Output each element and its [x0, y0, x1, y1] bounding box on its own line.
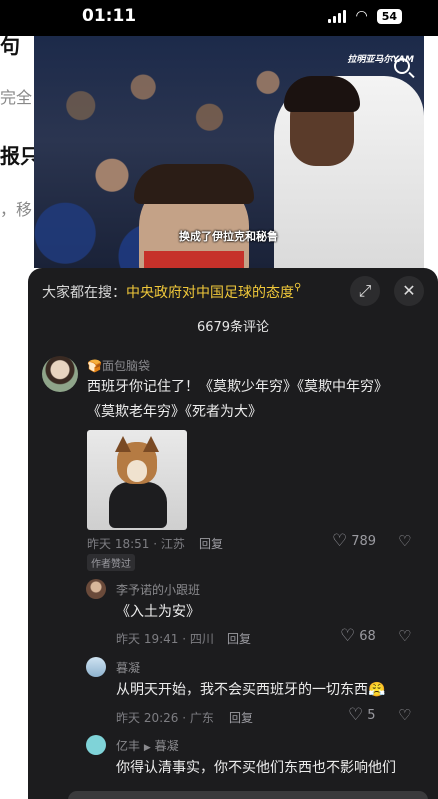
reply-arrow-icon: ▶	[143, 743, 151, 753]
reply-username[interactable]: 李予诺的小跟班	[116, 581, 200, 598]
avatar[interactable]	[86, 657, 106, 677]
comment-meta: 昨天 18:51 · 江苏	[87, 537, 185, 551]
comment-count: 6679条评论	[196, 320, 270, 335]
video-caption: 换成了伊拉克和秘鲁	[179, 230, 278, 243]
search-small-icon: ⚲	[294, 282, 302, 293]
author-liked-badge: 作者赞过	[87, 554, 135, 571]
dislike-icon[interactable]: ♡	[398, 532, 411, 550]
reply-username-line: 亿丰 ▶ 暮凝	[116, 737, 179, 754]
trending-search[interactable]: 大家都在搜：中央政府对中国足球的态度⚲	[42, 282, 301, 302]
dislike-icon[interactable]: ♡	[398, 627, 411, 645]
trending-search-prefix: 大家都在搜：	[42, 285, 126, 301]
reply-text: 《入土为安》	[116, 604, 200, 620]
like-count: 68	[359, 629, 376, 644]
heart-icon: ♡	[332, 531, 348, 551]
status-time: 01:11	[82, 6, 137, 26]
like-count: 5	[367, 708, 376, 723]
like-button[interactable]: ♡ 789	[332, 533, 376, 550]
avatar[interactable]	[86, 579, 106, 599]
reply-button[interactable]: 回复	[229, 709, 253, 726]
heart-icon: ♡	[348, 705, 364, 725]
comment-text-line2: 《莫欺老年穷》《死者为大》	[87, 404, 262, 420]
heart-icon: ♡	[340, 626, 356, 646]
comment-image-dog[interactable]	[87, 430, 187, 530]
dislike-icon[interactable]: ♡	[398, 706, 411, 724]
reply-text: 从明天开始，我不会买西班牙的一切东西😤	[116, 682, 386, 698]
like-button[interactable]: ♡ 5	[348, 707, 376, 724]
reply-button[interactable]: 回复	[199, 535, 223, 552]
reply-meta: 昨天 20:26 · 广东	[116, 711, 214, 725]
avatar[interactable]	[42, 356, 78, 392]
bg-text-2: 完全	[0, 88, 33, 107]
video-kid-hair	[134, 164, 254, 204]
reply-text: 你得认清事实，你不买他们东西也不影响他们	[116, 760, 396, 776]
search-icon[interactable]	[394, 58, 410, 74]
battery-icon: 54	[376, 8, 402, 24]
like-button[interactable]: ♡ 68	[340, 628, 376, 645]
close-icon[interactable]: ✕	[394, 276, 424, 306]
comment-input-bar[interactable]	[68, 791, 428, 799]
video-kid-shirt	[144, 251, 244, 268]
reply-meta: 昨天 19:41 · 四川	[116, 632, 214, 646]
trending-search-keyword[interactable]: 中央政府对中国足球的态度	[126, 285, 294, 301]
comment-text-line1: 西班牙你记住了！《莫欺少年穷》《莫欺中年穷》	[87, 379, 388, 395]
video-player-hair	[284, 76, 360, 112]
status-icons: ◠ 54	[328, 8, 402, 24]
status-bar: 01:11 ◠ 54	[0, 0, 438, 36]
like-count: 789	[351, 534, 377, 549]
bg-text-4: ，移	[0, 200, 33, 219]
comment-username[interactable]: 🍞面包脑袋	[87, 357, 150, 374]
reply-to-username[interactable]: 暮凝	[155, 739, 179, 753]
avatar[interactable]	[86, 735, 106, 755]
expand-icon[interactable]: ⤢	[350, 276, 380, 306]
video-player[interactable]: 拉明亚马尔YAM 换成了伊拉克和秘鲁	[34, 36, 424, 268]
reply-username[interactable]: 亿丰	[116, 739, 140, 753]
reply-username[interactable]: 暮凝	[116, 659, 140, 676]
wifi-icon: ◠	[355, 8, 368, 24]
reply-button[interactable]: 回复	[227, 630, 251, 647]
signal-icon	[328, 9, 347, 23]
comment-panel: 大家都在搜：中央政府对中国足球的态度⚲ ⤢ ✕ 6679条评论 🍞面包脑袋 西班…	[28, 268, 438, 799]
